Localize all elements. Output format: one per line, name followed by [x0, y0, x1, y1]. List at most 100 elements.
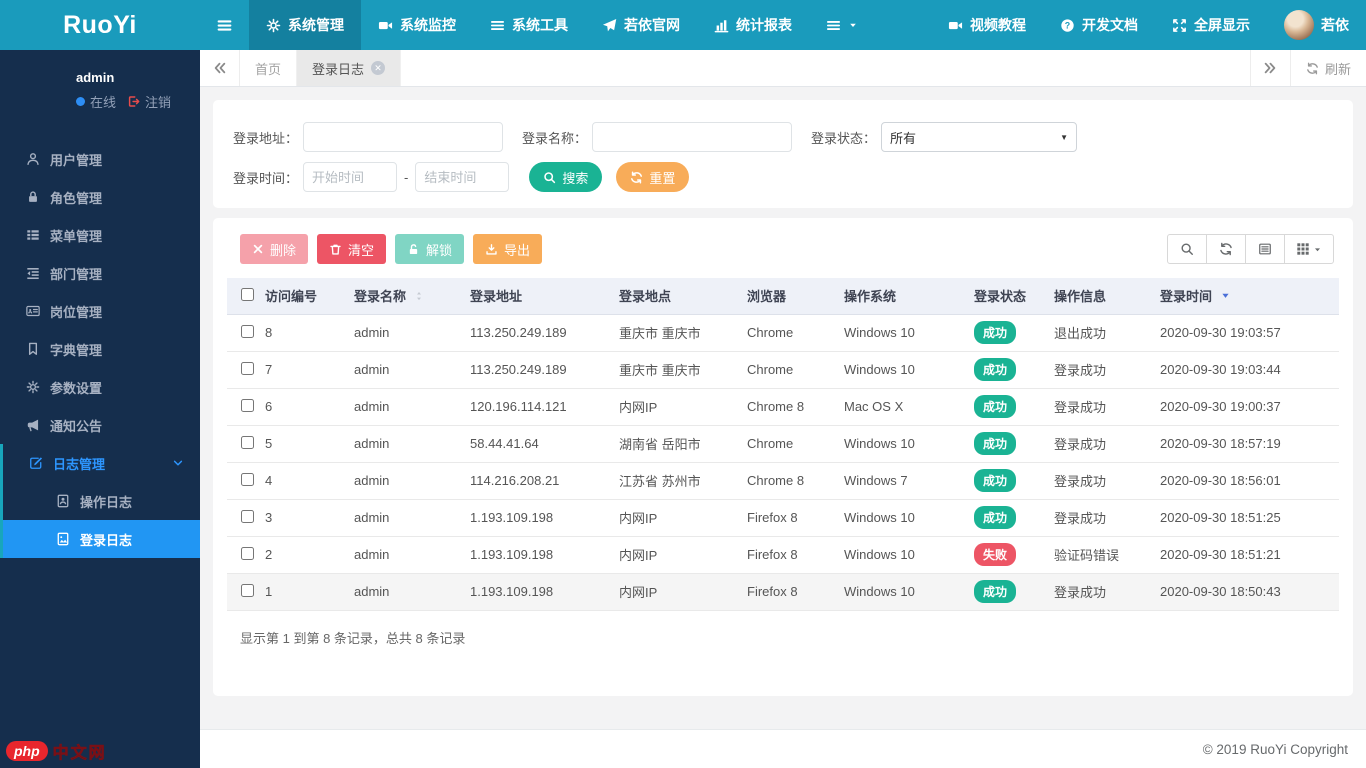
php-logo: php [6, 741, 48, 761]
logout-link[interactable]: 注销 [145, 92, 171, 111]
sidebar-item-roles[interactable]: 角色管理 [0, 178, 200, 216]
sidebar-item-notices[interactable]: 通知公告 [0, 406, 200, 444]
nav-item-fullscreen[interactable]: 全屏显示 [1155, 0, 1267, 50]
row-checkbox[interactable] [241, 546, 254, 560]
search-button[interactable]: 搜索 [529, 162, 603, 192]
tab-label: 登录日志 [312, 61, 365, 77]
refresh-icon [1307, 62, 1318, 74]
column-header-id: 访问编号 [265, 289, 318, 305]
nav-item-system-manage[interactable]: 系统管理 [249, 0, 361, 50]
table-row: 5 admin 58.44.41.64 湖南省 岳阳市 Chrome Windows 10… [227, 425, 1339, 463]
end-time-input[interactable] [415, 162, 510, 192]
cell-name: admin [350, 425, 466, 463]
list-icon [27, 230, 39, 240]
cell-location: 内网IP [615, 388, 743, 426]
reset-button[interactable]: 重置 [616, 162, 690, 192]
table-refresh-button[interactable] [1206, 234, 1246, 264]
tab-login-log[interactable]: 登录日志 ✕ [297, 50, 402, 86]
cell-browser: Firefox 8 [743, 573, 840, 611]
cell-os: Windows 10 [840, 573, 970, 611]
start-time-input[interactable] [303, 162, 398, 192]
user-menu[interactable]: 若依 [1267, 0, 1366, 50]
sidebar-item-departments[interactable]: 部门管理 [0, 254, 200, 292]
cell-os: Windows 10 [840, 425, 970, 463]
table-row: 6 admin 120.196.114.121 内网IP Chrome 8 Mac OS … [227, 388, 1339, 426]
sort-desc-icon [1222, 294, 1229, 299]
row-checkbox[interactable] [241, 398, 254, 412]
table-detail-view-button[interactable] [1245, 234, 1285, 264]
login-ip-input[interactable] [303, 122, 504, 152]
sidebar-item-operation-log[interactable]: 操作日志 [3, 482, 200, 520]
outdent-icon [27, 268, 39, 280]
clear-button[interactable]: 清空 [317, 234, 387, 264]
sidebar-item-log-manage[interactable]: 日志管理 [3, 444, 200, 482]
nav-more-dropdown[interactable] [809, 0, 875, 50]
cell-time: 2020-09-30 18:51:21 [1156, 536, 1339, 574]
nav-item-statistics[interactable]: 统计报表 [697, 0, 809, 50]
sidebar-user-panel: admin 在线 注销 [0, 50, 200, 126]
table-header-row: 访问编号 登录名称 登录地址 登录地点 浏览器 操作系统 登录状态 操作信息 登… [227, 278, 1339, 315]
sidebar-item-login-log[interactable]: 登录日志 [3, 520, 200, 558]
nav-item-label: 统计报表 [736, 17, 792, 33]
status-select[interactable]: 所有 ▼ [881, 122, 1078, 152]
refresh-tab-button[interactable]: 刷新 [1289, 50, 1366, 86]
sidebar-item-label: 日志管理 [53, 456, 106, 472]
tabs-scroll-left-button[interactable] [200, 50, 240, 86]
row-checkbox[interactable] [241, 583, 254, 597]
nav-item-system-monitor[interactable]: 系统监控 [361, 0, 473, 50]
sidebar-toggle-button[interactable] [200, 0, 249, 50]
table-columns-button[interactable] [1284, 234, 1334, 264]
unlock-button[interactable]: 解锁 [395, 234, 465, 264]
cell-ip: 1.193.109.198 [466, 573, 615, 611]
row-checkbox[interactable] [241, 509, 254, 523]
sidebar: admin 在线 注销 用户管理 角色管理 菜单管理 部门管理 岗位管理 字典管… [0, 50, 200, 768]
row-checkbox[interactable] [241, 472, 254, 486]
nav-item-system-tools[interactable]: 系统工具 [473, 0, 585, 50]
table-search-toggle-button[interactable] [1167, 234, 1207, 264]
address-book-icon [57, 494, 69, 508]
refresh-icon [631, 171, 643, 183]
cell-ip: 120.196.114.121 [466, 388, 615, 426]
nav-item-label: 开发文档 [1082, 17, 1138, 33]
sidebar-item-users[interactable]: 用户管理 [0, 140, 200, 178]
export-button[interactable]: 导出 [473, 234, 543, 264]
tab-home[interactable]: 首页 [240, 50, 298, 86]
row-checkbox[interactable] [241, 361, 254, 375]
sidebar-item-label: 岗位管理 [50, 304, 103, 320]
status-badge: 成功 [974, 506, 1017, 529]
tab-bar: 首页 登录日志 ✕ 刷新 [200, 50, 1366, 87]
sidebar-item-label: 操作日志 [80, 494, 133, 510]
search-panel: 登录地址： 登录名称： 登录状态： 所有 ▼ 登录时间： - 搜索 [213, 100, 1353, 208]
cell-location: 重庆市 重庆市 [615, 314, 743, 352]
date-range-separator: - [404, 169, 409, 185]
column-header-time-sortable[interactable]: 登录时间 [1156, 278, 1339, 315]
bar-chart-icon [714, 19, 729, 32]
cell-location: 内网IP [615, 499, 743, 537]
delete-button[interactable]: 删除 [240, 234, 309, 264]
status-badge: 成功 [974, 469, 1017, 492]
column-header-name-sortable[interactable]: 登录名称 [350, 278, 466, 315]
row-checkbox[interactable] [241, 435, 254, 449]
login-name-input[interactable] [592, 122, 793, 152]
cell-browser: Chrome [743, 425, 840, 463]
row-checkbox[interactable] [241, 324, 254, 338]
row-checkbox-cell [227, 499, 261, 537]
sidebar-item-posts[interactable]: 岗位管理 [0, 292, 200, 330]
tabs-scroll-right-button[interactable] [1249, 50, 1290, 86]
column-header-location: 登录地点 [619, 289, 672, 305]
select-all-checkbox[interactable] [241, 287, 254, 301]
login-log-table: 访问编号 登录名称 登录地址 登录地点 浏览器 操作系统 登录状态 操作信息 登… [227, 278, 1339, 611]
sidebar-item-menus[interactable]: 菜单管理 [0, 216, 200, 254]
sidebar-item-dictionary[interactable]: 字典管理 [0, 330, 200, 368]
user-avatar-large[interactable] [12, 64, 64, 116]
sidebar-item-parameters[interactable]: 参数设置 [0, 368, 200, 406]
nav-item-dev-docs[interactable]: ? 开发文档 [1043, 0, 1155, 50]
refresh-icon [1220, 242, 1232, 256]
cell-ip: 58.44.41.64 [466, 425, 615, 463]
select-caret-icon: ▼ [1060, 132, 1069, 142]
close-icon[interactable]: ✕ [371, 61, 386, 75]
cell-ip: 114.216.208.21 [466, 462, 615, 500]
nav-item-official-site[interactable]: 若依官网 [585, 0, 697, 50]
user-name: 若依 [1321, 17, 1349, 33]
nav-item-video-tutorial[interactable]: 视频教程 [931, 0, 1043, 50]
